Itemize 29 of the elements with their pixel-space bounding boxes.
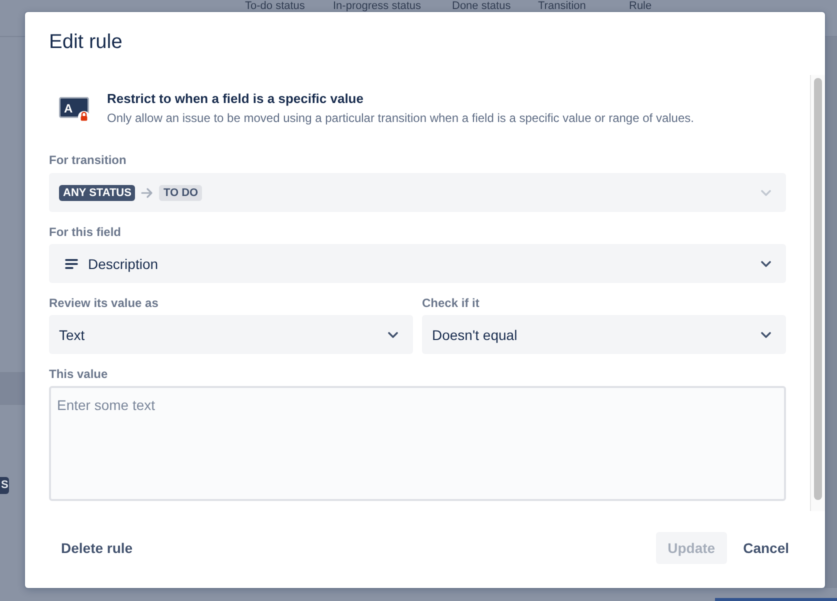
chevron-down-icon <box>761 332 771 338</box>
column-header: Transition <box>538 0 586 12</box>
status-lozenge: S <box>0 477 10 494</box>
column-header: Rule <box>629 0 652 12</box>
column-header: In-progress status <box>333 0 422 12</box>
column-header: Done status <box>452 0 511 12</box>
field-label: For transition <box>49 152 126 168</box>
scrollbar-thumb[interactable] <box>814 78 822 500</box>
dialog-title: Edit rule <box>49 30 122 54</box>
column-header: To-do status <box>245 0 305 12</box>
condition-select[interactable]: Doesn't equal <box>422 315 786 354</box>
value-textarea[interactable]: Enter some text <box>49 386 786 501</box>
status-lozenge: TO DO <box>159 184 202 200</box>
delete-rule-button[interactable]: Delete rule <box>49 532 145 564</box>
field-label: Review its value as <box>49 295 158 311</box>
field-label: For this field <box>49 224 121 240</box>
chevron-down-icon <box>761 260 771 266</box>
text-lines-icon <box>65 258 78 268</box>
rule-description: Only allow an issue to be moved using a particular transition when a field is a specific value or range of values. <box>107 110 694 126</box>
field-label: Check if it <box>422 295 480 311</box>
cancel-button[interactable]: Cancel <box>731 532 801 564</box>
value-type-select[interactable]: Text <box>49 315 413 354</box>
rule-title: Restrict to when a field is a specific value <box>107 90 364 108</box>
chevron-down-icon <box>761 190 771 196</box>
arrow-right-icon <box>141 188 154 198</box>
field-select[interactable]: Description <box>49 244 786 283</box>
chevron-down-icon <box>388 332 398 338</box>
status-lozenge: ANY STATUS <box>59 184 136 200</box>
field-label: This value <box>49 366 108 382</box>
